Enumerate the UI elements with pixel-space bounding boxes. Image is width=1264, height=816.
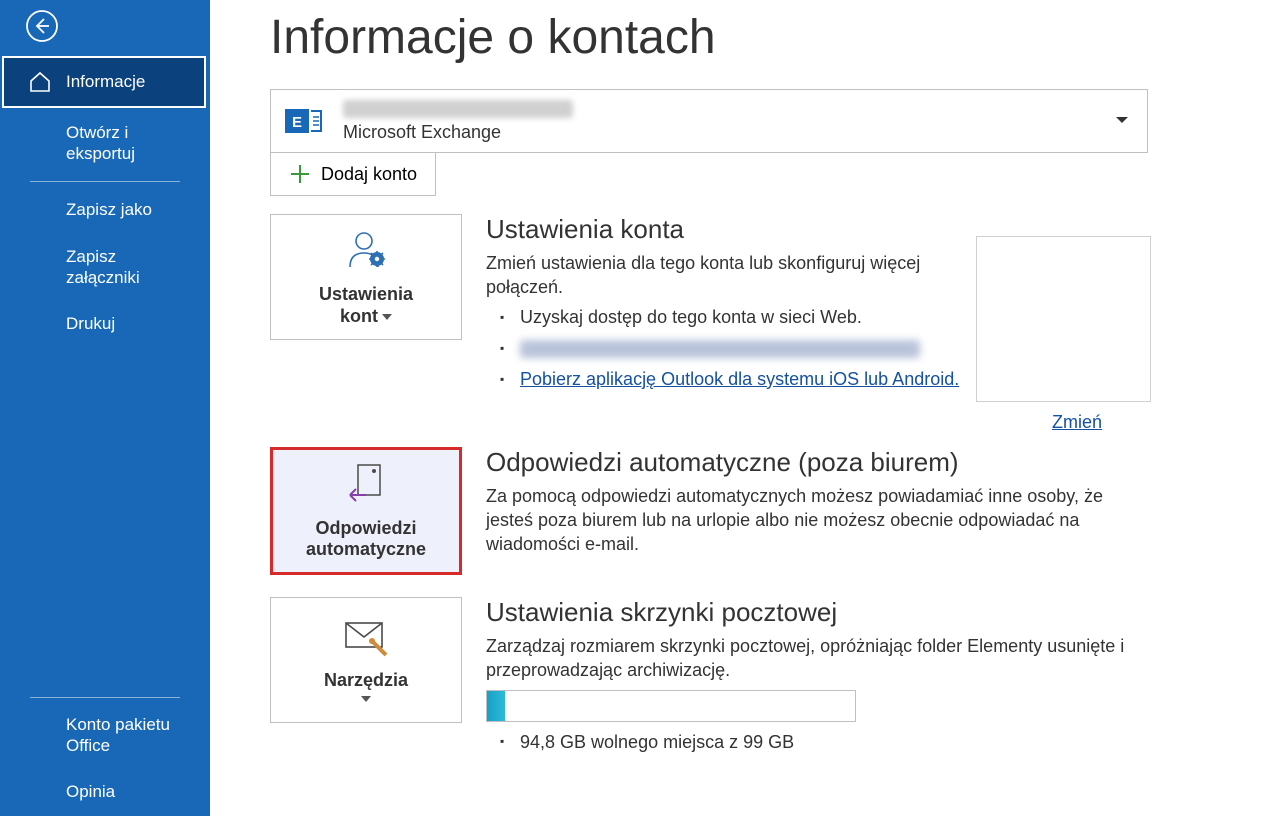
storage-progress (486, 690, 856, 722)
sidebar-item-label: Zapisz załączniki (66, 246, 190, 289)
section-auto-replies: Odpowiedzi automatyczne Odpowiedzi autom… (270, 447, 1150, 575)
tile-label: Narzędzia (324, 670, 408, 692)
sidebar-item-label: Konto pakietu Office (66, 714, 190, 757)
mailbox-tools-icon (342, 617, 390, 662)
plus-icon (289, 163, 311, 185)
section-desc: Zarządzaj rozmiarem skrzynki pocztowej, … (486, 634, 1150, 683)
sidebar-item-info[interactable]: Informacje (2, 56, 206, 108)
account-type: Microsoft Exchange (343, 122, 573, 143)
sidebar-item-office-account[interactable]: Konto pakietu Office (0, 702, 210, 769)
sidebar: Informacje Otwórz i eksportuj Zapisz jak… (0, 0, 210, 816)
sidebar-item-print[interactable]: Drukuj (0, 300, 210, 348)
account-settings-tile[interactable]: Ustawienia kont (270, 214, 462, 340)
storage-progress-fill (487, 691, 505, 721)
sidebar-item-label: Otwórz i eksportuj (66, 122, 190, 165)
link-redacted (520, 340, 920, 358)
home-icon (28, 70, 52, 94)
section-mailbox: Narzędzia Ustawienia skrzynki pocztowej … (270, 597, 1150, 754)
tools-tile[interactable]: Narzędzia (270, 597, 462, 723)
section-title: Odpowiedzi automatyczne (poza biurem) (486, 447, 1150, 478)
section-desc: Za pomocą odpowiedzi automatycznych może… (486, 484, 1150, 557)
sidebar-item-label: Informacje (66, 71, 145, 92)
auto-reply-icon (346, 461, 386, 510)
svg-text:E: E (292, 114, 302, 131)
sidebar-item-feedback[interactable]: Opinia (0, 768, 210, 816)
arrow-left-circle-icon (25, 9, 59, 43)
main-content: Informacje o kontach E Microsoft Exchang… (210, 0, 1264, 816)
divider (30, 181, 180, 182)
account-name-redacted (343, 100, 573, 118)
section-account-settings: Ustawienia kont Ustawienia konta Zmień u… (270, 214, 1150, 393)
divider (30, 697, 180, 698)
change-photo-link[interactable]: Zmień (1052, 412, 1102, 433)
add-account-button[interactable]: Dodaj konto (270, 152, 436, 196)
add-account-label: Dodaj konto (321, 164, 417, 185)
tile-label-line1: Ustawienia (319, 284, 413, 306)
sidebar-item-label: Zapisz jako (66, 199, 152, 220)
tile-label-line2: automatyczne (306, 539, 426, 561)
section-title: Ustawienia skrzynki pocztowej (486, 597, 1150, 628)
chevron-down-icon (382, 314, 392, 320)
user-gear-icon (344, 227, 388, 276)
exchange-icon: E (281, 99, 325, 143)
page-title: Informacje o kontach (270, 10, 1264, 65)
storage-text: 94,8 GB wolnego miejsca z 99 GB (486, 732, 1150, 753)
account-photo-placeholder (976, 236, 1151, 402)
back-button[interactable] (22, 6, 62, 46)
sidebar-item-label: Opinia (66, 781, 115, 802)
sidebar-item-label: Drukuj (66, 313, 115, 334)
auto-replies-tile[interactable]: Odpowiedzi automatyczne (270, 447, 462, 575)
sidebar-item-save-as[interactable]: Zapisz jako (0, 186, 210, 234)
download-app-link[interactable]: Pobierz aplikację Outlook dla systemu iO… (520, 369, 959, 389)
tile-label-line1: Odpowiedzi (315, 518, 416, 540)
caret-down-icon (1115, 112, 1129, 130)
chevron-down-icon (361, 696, 371, 702)
sidebar-item-open-export[interactable]: Otwórz i eksportuj (0, 110, 210, 177)
sidebar-item-save-attachments[interactable]: Zapisz załączniki (0, 234, 210, 301)
account-selector[interactable]: E Microsoft Exchange (270, 89, 1148, 153)
section-desc: Zmień ustawienia dla tego konta lub skon… (486, 251, 956, 300)
tile-label-line2: kont (340, 306, 378, 326)
